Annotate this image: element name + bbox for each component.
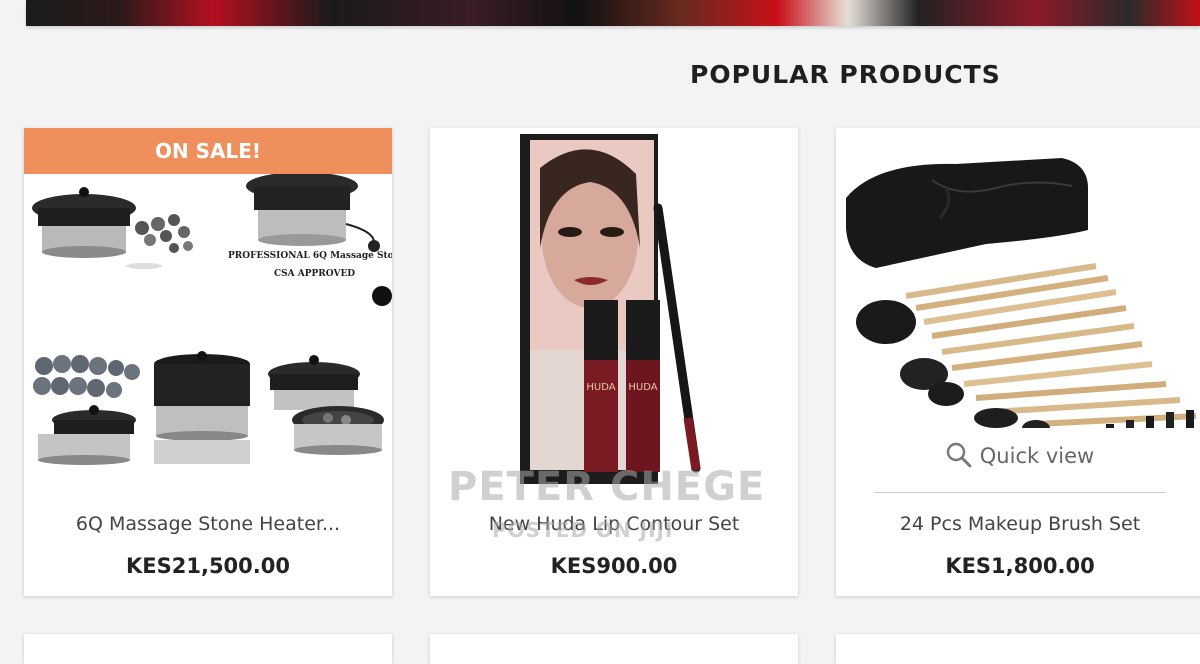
section-title: POPULAR PRODUCTS [690, 60, 1001, 89]
product-image[interactable]: PROFESSIONAL 6Q Massage Stone H CSA APPR… [24, 128, 392, 490]
product-name[interactable]: 24 Pcs Makeup Brush Set [836, 513, 1200, 535]
stone-heater-illustration [32, 187, 193, 269]
product-card[interactable]: ON SALE! PROFESSIONAL 6Q Massage Sto CSA… [24, 128, 392, 596]
quick-view-divider [874, 492, 1166, 493]
massage-stones [33, 355, 140, 398]
quick-view-label: Quick view [979, 444, 1095, 468]
product-price: KES21,500.00 [126, 554, 290, 578]
stone-heater-illustration [154, 351, 250, 464]
stone-heater-illustration [38, 405, 136, 465]
brush-roll-case-illustration [846, 158, 1088, 268]
search-icon [946, 442, 972, 468]
product-card-peek[interactable] [430, 634, 798, 664]
hero-banner-bottom [26, 0, 1200, 26]
svg-text:HUDA: HUDA [628, 382, 657, 393]
watermark: PETER CHEGE [448, 464, 766, 510]
product-card-peek[interactable] [24, 634, 392, 664]
svg-text:HUDA: HUDA [586, 382, 615, 393]
watermark-subtitle: POSTED ON JIJI [492, 518, 674, 542]
product-card[interactable]: Quick view 24 Pcs Makeup Brush Set KES1,… [836, 128, 1200, 596]
stone-heater-illustration [246, 172, 392, 306]
product-image[interactable]: HUDA HUDA [430, 128, 798, 490]
product-card-peek[interactable] [836, 634, 1200, 664]
lip-pencil-illustration [653, 203, 701, 473]
sale-badge: ON SALE! [24, 128, 392, 174]
quick-view-button[interactable]: Quick view [836, 428, 1200, 493]
product-name[interactable]: 6Q Massage Stone Heater... [24, 513, 392, 535]
svg-text:CSA APPROVED: CSA APPROVED [274, 269, 355, 279]
makeup-brushes-illustration [856, 263, 1197, 452]
svg-text:PROFESSIONAL 6Q Massage Stone: PROFESSIONAL 6Q Massage Stone H [228, 251, 392, 261]
stone-heater-illustration [268, 355, 384, 455]
product-price: KES900.00 [550, 554, 678, 578]
product-price: KES1,800.00 [945, 554, 1095, 578]
